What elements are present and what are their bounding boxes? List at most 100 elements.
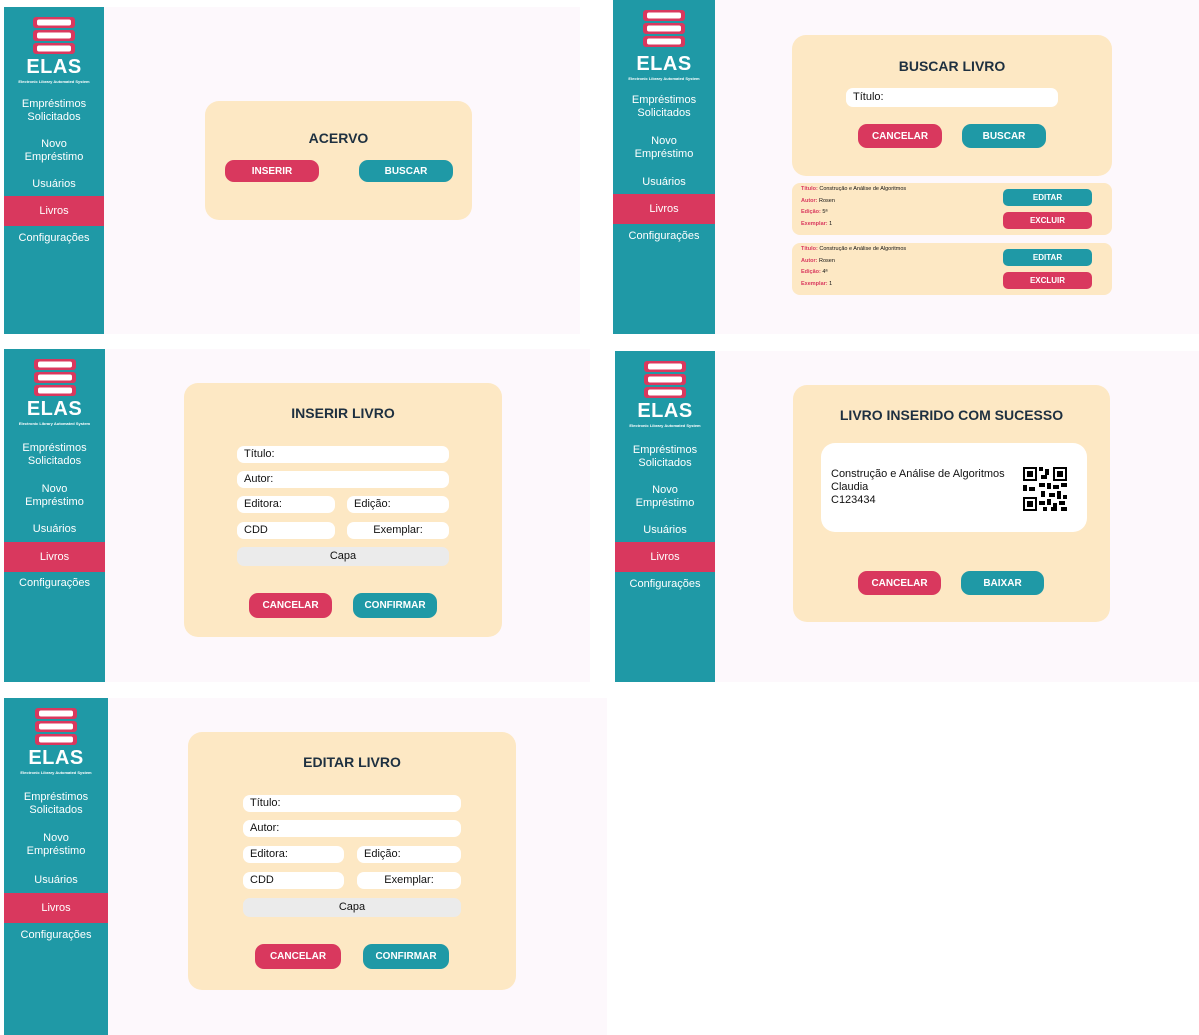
sidebar-item-books[interactable]: Livros	[4, 893, 108, 923]
sidebar-item-users[interactable]: Usuários	[4, 178, 104, 191]
sidebar-item-loan-requests[interactable]: Empréstimos Solicitados	[4, 791, 108, 817]
sidebar-item-label: Novo Empréstimo	[26, 832, 86, 857]
page-title: EDITAR LIVRO	[303, 754, 401, 770]
copy-field[interactable]: Exemplar:	[357, 872, 461, 889]
sidebar-item-settings[interactable]: Configurações	[4, 929, 108, 942]
sidebar: ELAS Electronic Library Automated System…	[4, 7, 104, 334]
result-edition: 5ª	[822, 209, 828, 215]
confirm-button[interactable]: CONFIRMAR	[353, 593, 437, 618]
sidebar-item-new-loan[interactable]: Novo Empréstimo	[4, 483, 105, 509]
sidebar-item-label: Empréstimos Solicitados	[23, 791, 89, 816]
edition-field[interactable]: Edição:	[347, 496, 449, 513]
result-copy: 1	[829, 221, 833, 227]
sidebar-item-label: Configurações	[19, 577, 90, 589]
sidebar-item-label: Livros	[39, 205, 69, 217]
sidebar-item-loan-requests[interactable]: Empréstimos Solicitados	[4, 442, 105, 468]
title-field[interactable]: Título:	[243, 795, 461, 812]
sidebar-item-new-loan[interactable]: Novo Empréstimo	[4, 832, 108, 858]
sidebar-item-label: Livros	[41, 902, 71, 914]
books-logo-icon	[33, 359, 76, 396]
sidebar-item-books[interactable]: Livros	[4, 542, 105, 572]
delete-button[interactable]: EXCLUIR	[1003, 212, 1092, 229]
sidebar-item-label: Livros	[649, 203, 679, 215]
screen-acervo: ELAS Electronic Library Automated System…	[4, 7, 580, 334]
sidebar-item-new-loan[interactable]: Novo Empréstimo	[613, 135, 715, 161]
brand-tagline: Electronic Library Automated System	[628, 76, 700, 81]
sidebar-item-books[interactable]: Livros	[4, 196, 104, 226]
sidebar-item-users[interactable]: Usuários	[615, 524, 715, 537]
copy-field[interactable]: Exemplar:	[347, 522, 449, 539]
result-title-label: Título:	[801, 186, 818, 192]
cdd-field[interactable]: CDD	[237, 522, 335, 539]
sidebar-item-settings[interactable]: Configurações	[4, 232, 104, 245]
acervo-card: ACERVO INSERIR BUSCAR	[205, 101, 472, 220]
sidebar-item-loan-requests[interactable]: Empréstimos Solicitados	[615, 444, 715, 470]
confirm-button[interactable]: CONFIRMAR	[363, 944, 449, 969]
publisher-field[interactable]: Editora:	[243, 846, 344, 863]
brand-tagline: Electronic Library Automated System	[18, 79, 90, 84]
result-title: Construção e Análise de Algoritmos	[819, 186, 907, 192]
sidebar-item-label: Usuários	[642, 176, 686, 188]
title-field[interactable]: Título:	[237, 446, 449, 463]
result-edition: 4ª	[822, 269, 828, 275]
sidebar: ELAS Electronic Library Automated System…	[613, 0, 715, 334]
brand-name: ELAS	[636, 53, 692, 75]
success-card: LIVRO INSERIDO COM SUCESSO Construção e …	[793, 385, 1110, 622]
author-field[interactable]: Autor:	[237, 471, 449, 488]
sidebar-item-users[interactable]: Usuários	[4, 523, 105, 536]
search-button[interactable]: BUSCAR	[359, 160, 453, 182]
sidebar-item-new-loan[interactable]: Novo Empréstimo	[615, 484, 715, 510]
sidebar-item-users[interactable]: Usuários	[4, 874, 108, 887]
brand-name: ELAS	[26, 398, 83, 420]
result-author-label: Autor:	[801, 198, 818, 204]
cancel-button[interactable]: CANCELAR	[249, 593, 332, 618]
sidebar-item-users[interactable]: Usuários	[613, 176, 715, 189]
delete-button[interactable]: EXCLUIR	[1003, 272, 1092, 289]
sidebar-item-label: Novo Empréstimo	[24, 138, 84, 163]
books-logo-icon	[35, 708, 77, 745]
sidebar-item-settings[interactable]: Configurações	[4, 577, 105, 590]
search-button[interactable]: BUSCAR	[962, 124, 1046, 148]
publisher-field[interactable]: Editora:	[237, 496, 335, 513]
sidebar-item-books[interactable]: Livros	[613, 194, 715, 224]
sidebar-item-loan-requests[interactable]: Empréstimos Solicitados	[613, 94, 715, 120]
books-logo-icon	[644, 361, 686, 398]
sidebar-item-books[interactable]: Livros	[615, 542, 715, 572]
sidebar-item-label: Configurações	[628, 230, 700, 242]
sidebar-item-label: Empréstimos Solicitados	[631, 94, 697, 119]
cancel-button[interactable]: CANCELAR	[858, 571, 941, 595]
book-summary: Construção e Análise de Algoritmos Claud…	[821, 443, 1087, 532]
sidebar-item-settings[interactable]: Configurações	[615, 578, 715, 591]
cancel-button[interactable]: CANCELAR	[255, 944, 341, 969]
author-field[interactable]: Autor:	[243, 820, 461, 837]
insert-book-card: INSERIR LIVRO Título: Autor: Editora: Ed…	[184, 383, 502, 637]
edit-button[interactable]: EDITAR	[1003, 189, 1092, 206]
sidebar-item-label: Novo Empréstimo	[634, 135, 694, 160]
brand-name: ELAS	[28, 747, 84, 769]
edit-button[interactable]: EDITAR	[1003, 249, 1092, 266]
screen-insert-book: ELAS Electronic Library Automated System…	[4, 349, 590, 682]
cancel-button[interactable]: CANCELAR	[858, 124, 942, 148]
cdd-field[interactable]: CDD	[243, 872, 344, 889]
sidebar-item-label: Usuários	[32, 178, 76, 190]
result-copy: 1	[829, 281, 833, 287]
sidebar-item-label: Configurações	[629, 578, 701, 590]
download-button[interactable]: BAIXAR	[961, 571, 1044, 595]
sidebar: ELAS Electronic Library Automated System…	[4, 698, 108, 1035]
cover-field[interactable]: Capa	[243, 898, 461, 917]
title-search-input[interactable]: Título:	[846, 88, 1058, 107]
sidebar-item-settings[interactable]: Configurações	[613, 230, 715, 243]
sidebar: ELAS Electronic Library Automated System…	[4, 349, 105, 682]
sidebar-item-new-loan[interactable]: Novo Empréstimo	[4, 138, 104, 164]
cover-field[interactable]: Capa	[237, 547, 449, 566]
result-copy-label: Exemplar:	[801, 221, 828, 227]
screen-search-book: ELAS Electronic Library Automated System…	[613, 0, 1199, 334]
brand-tagline: Electronic Library Automated System	[18, 421, 91, 426]
list-item: Título: Construção e Análise de Algoritm…	[792, 183, 1112, 235]
insert-button[interactable]: INSERIR	[225, 160, 319, 182]
sidebar-item-label: Livros	[39, 551, 70, 563]
sidebar-item-loan-requests[interactable]: Empréstimos Solicitados	[4, 98, 104, 124]
result-edition-label: Edição:	[801, 209, 821, 215]
edition-field[interactable]: Edição:	[357, 846, 461, 863]
result-title-label: Título:	[801, 246, 818, 252]
